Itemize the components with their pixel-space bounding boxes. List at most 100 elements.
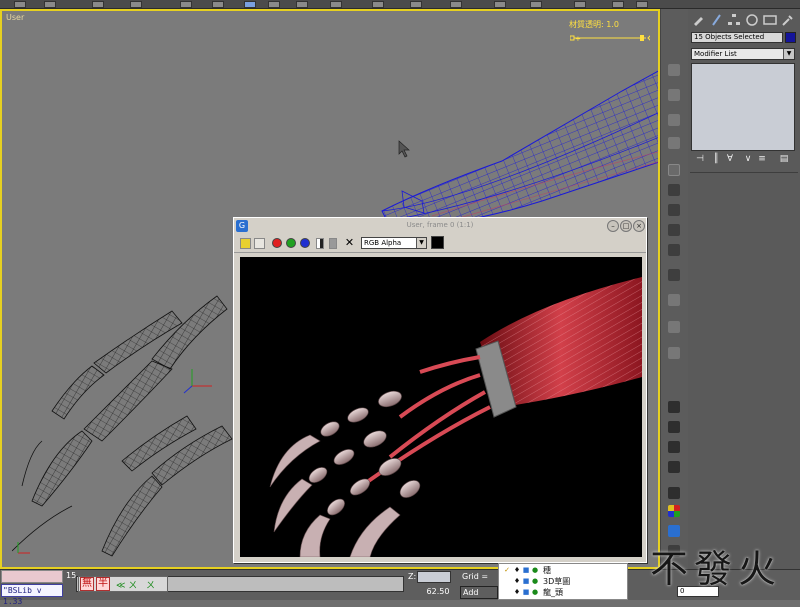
lightbulb-icon[interactable]: ♦: [513, 566, 521, 574]
strip-tool-icon[interactable]: [668, 204, 680, 216]
strip-tool-icon[interactable]: [668, 321, 680, 333]
strip-tool-icon[interactable]: [668, 525, 680, 537]
pin-stack-icon[interactable]: ⊣: [695, 154, 705, 166]
layer-name: 穗: [543, 566, 551, 575]
clear-icon[interactable]: ✕: [344, 237, 355, 249]
add-time-tag-button[interactable]: Add Time: [460, 586, 498, 599]
side-tool-strip: [660, 9, 688, 569]
strip-tool-icon[interactable]: [668, 401, 680, 413]
z-coordinate-field[interactable]: [417, 571, 451, 583]
toolbar-icon[interactable]: [530, 1, 542, 8]
toolbar-icon[interactable]: [330, 1, 342, 8]
green-channel-toggle[interactable]: [286, 238, 296, 248]
pixel-color-swatch[interactable]: [431, 236, 444, 249]
toolbar-icon[interactable]: [92, 1, 104, 8]
frame-counter: 15: [66, 571, 77, 580]
layer-row[interactable]: ♦ ■ ● 龍_頭: [501, 587, 627, 598]
freeze-icon[interactable]: ■: [522, 588, 530, 596]
strip-tool-icon[interactable]: [668, 184, 680, 196]
toolbar-icon[interactable]: [296, 1, 308, 8]
maximize-button[interactable]: □: [620, 220, 632, 232]
lightbulb-icon[interactable]: ♦: [513, 588, 521, 596]
toolbar-icon[interactable]: [130, 1, 142, 8]
show-end-result-icon[interactable]: ║: [711, 154, 721, 166]
motion-tab-icon[interactable]: [745, 13, 759, 27]
blue-channel-toggle[interactable]: [300, 238, 310, 248]
hierarchy-tab-icon[interactable]: [727, 13, 741, 27]
toolbar-icon[interactable]: [44, 1, 56, 8]
modify-tab-icon[interactable]: [709, 13, 723, 27]
freeze-icon[interactable]: ■: [522, 577, 530, 585]
maxscript-listener-output[interactable]: "BSLib v 1.33: [1, 584, 63, 606]
monochrome-icon[interactable]: [329, 238, 337, 249]
lightbulb-icon[interactable]: ♦: [513, 577, 521, 585]
create-tab-icon[interactable]: [691, 13, 705, 27]
toolbar-icon[interactable]: [180, 1, 192, 8]
modifier-stack-list[interactable]: [691, 63, 795, 151]
strip-tool-icon[interactable]: [668, 269, 680, 281]
toolbar-icon[interactable]: [372, 1, 384, 8]
selection-name-field[interactable]: 15 Objects Selected: [691, 32, 783, 43]
transparency-slider[interactable]: +: [570, 33, 650, 43]
strip-tool-icon[interactable]: [668, 224, 680, 236]
configure-modifier-icon[interactable]: ▤: [779, 154, 789, 166]
selection-color-swatch[interactable]: [785, 32, 796, 43]
select-move-icon[interactable]: [244, 1, 256, 8]
color-picker-icon[interactable]: [668, 505, 680, 517]
viewport-label[interactable]: User: [6, 13, 24, 22]
red-channel-toggle[interactable]: [272, 238, 282, 248]
make-unique-icon[interactable]: ∀: [725, 154, 735, 166]
display-channel-value: RGB Alpha: [364, 239, 402, 247]
time-value: 62.50: [426, 587, 450, 596]
strip-tool-icon[interactable]: [668, 347, 680, 359]
strip-tool-icon[interactable]: [668, 487, 680, 499]
display-tab-icon[interactable]: [763, 13, 777, 27]
toolbar-icon[interactable]: [612, 1, 624, 8]
minimize-button[interactable]: –: [607, 220, 619, 232]
layer-row[interactable]: ♦ ■ ● 3D草圖: [501, 576, 627, 587]
toolbar-icon[interactable]: [14, 1, 26, 8]
layer-row[interactable]: ✓ ♦ ■ ● 穗: [501, 565, 627, 576]
strip-tool-icon[interactable]: [668, 294, 680, 306]
strip-tool-icon[interactable]: [668, 244, 680, 256]
strip-tool-icon[interactable]: [668, 89, 680, 101]
toolbar-icon[interactable]: [636, 1, 648, 8]
toolbar-icon[interactable]: [212, 1, 224, 8]
freeze-icon[interactable]: ■: [522, 566, 530, 574]
watermark-text: 不發火: [650, 547, 783, 591]
configure-sets-icon[interactable]: ≡: [757, 154, 767, 166]
layer-list-panel[interactable]: ✓ ♦ ■ ● 穗 ♦ ■ ● 3D草圖 ♦ ■ ● 龍_頭: [498, 563, 628, 600]
hand-wireframe[interactable]: [12, 251, 252, 569]
ime-halfwidth-button[interactable]: 半: [96, 577, 110, 591]
strip-tool-icon[interactable]: [668, 114, 680, 126]
close-button[interactable]: ×: [633, 220, 645, 232]
current-layer-icon[interactable]: ✓: [503, 566, 511, 574]
strip-tool-icon[interactable]: [668, 461, 680, 473]
render-teapot-icon[interactable]: ●: [531, 566, 539, 574]
render-window-titlebar[interactable]: G User, frame 0 (1:1) – □ ×: [234, 218, 646, 234]
toolbar-icon[interactable]: [450, 1, 462, 8]
remove-modifier-icon[interactable]: ∨: [743, 154, 753, 166]
strip-tool-icon[interactable]: [668, 64, 680, 76]
strip-tool-icon[interactable]: [668, 137, 680, 149]
strip-tool-icon[interactable]: [668, 164, 680, 176]
toolbar-icon[interactable]: [268, 1, 280, 8]
modifier-list-dropdown[interactable]: Modifier List ▼: [691, 48, 795, 60]
render-teapot-icon[interactable]: ●: [531, 577, 539, 585]
ime-key-indicator[interactable]: ㄨ: [146, 578, 155, 591]
rendered-frame-window[interactable]: G User, frame 0 (1:1) – □ × ✕ RGB Alpha …: [233, 217, 647, 563]
toolbar-icon[interactable]: [494, 1, 506, 8]
strip-tool-icon[interactable]: [668, 421, 680, 433]
ime-key-indicator[interactable]: ≪ ㄨ: [116, 578, 137, 591]
save-image-icon[interactable]: [240, 238, 251, 249]
display-channel-dropdown[interactable]: RGB Alpha ▼: [361, 237, 427, 249]
ime-mode-button[interactable]: 無: [80, 577, 94, 591]
alpha-channel-icon[interactable]: [316, 238, 324, 249]
listener-input[interactable]: [1, 570, 63, 583]
toolbar-icon[interactable]: [410, 1, 422, 8]
clone-window-icon[interactable]: [254, 238, 265, 249]
render-teapot-icon[interactable]: ●: [531, 588, 539, 596]
strip-tool-icon[interactable]: [668, 441, 680, 453]
utilities-tab-icon[interactable]: [781, 13, 795, 27]
toolbar-icon[interactable]: [574, 1, 586, 8]
